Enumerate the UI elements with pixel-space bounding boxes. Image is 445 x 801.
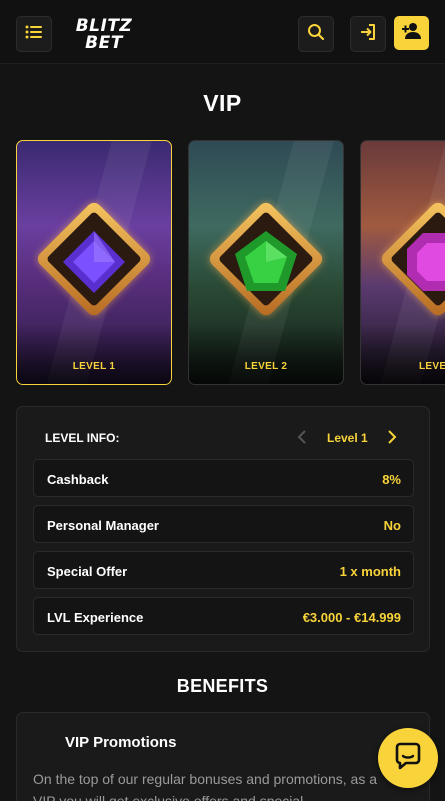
chevron-right-icon[interactable] xyxy=(385,427,399,447)
vip-level-carousel: LEVEL 1 LEVEL 2 LEVEL 3 xyxy=(0,140,445,386)
benefit-card-vip-promotions: VIP Promotions On the top of our regular… xyxy=(16,712,430,801)
info-key: Special Offer xyxy=(47,564,128,579)
level-card-2[interactable]: LEVEL 2 xyxy=(188,140,344,385)
info-row-cashback: Cashback 8% xyxy=(33,459,414,497)
top-header: BLITZ BET xyxy=(0,0,445,64)
card-shade xyxy=(189,324,343,384)
level-label: LEVEL 3 xyxy=(419,361,445,372)
benefit-description: On the top of our regular bonuses and pr… xyxy=(33,771,377,801)
level-label: LEVEL 2 xyxy=(244,361,288,372)
current-level: Level 1 xyxy=(327,431,368,445)
level-card-3[interactable]: LEVEL 3 xyxy=(360,140,445,385)
search-button[interactable] xyxy=(298,16,334,52)
add-user-icon xyxy=(401,21,423,46)
brand-logo[interactable]: BLITZ BET xyxy=(66,15,142,55)
info-row-special-offer: Special Offer 1 x month xyxy=(33,551,414,589)
register-button[interactable] xyxy=(394,16,429,50)
info-key: Cashback xyxy=(47,472,109,487)
info-key: LVL Experience xyxy=(47,610,144,625)
menu-list-icon xyxy=(25,25,43,44)
info-value: €3.000 - €14.999 xyxy=(302,610,401,625)
gem-icon xyxy=(63,231,125,293)
level-info-panel: LEVEL INFO: Level 1 Cashback 8% Personal… xyxy=(16,406,430,652)
info-row-personal-manager: Personal Manager No xyxy=(33,505,414,543)
gem-icon xyxy=(235,231,297,291)
info-value: 1 x month xyxy=(339,564,401,579)
search-icon xyxy=(307,23,325,46)
gem-icon xyxy=(407,233,445,291)
page-title: VIP xyxy=(203,90,242,116)
card-shade xyxy=(361,324,445,384)
benefits-title: BENEFITS xyxy=(176,676,269,696)
info-value: 8% xyxy=(382,472,401,487)
info-value: No xyxy=(383,518,401,533)
login-icon xyxy=(358,22,378,47)
chat-button[interactable] xyxy=(378,728,438,788)
login-button[interactable] xyxy=(350,16,386,52)
menu-button[interactable] xyxy=(16,16,52,52)
level-info-heading: LEVEL INFO: xyxy=(45,431,120,445)
level-label: LEVEL 1 xyxy=(72,361,116,372)
chat-bubble-icon xyxy=(393,741,423,776)
level-card-1[interactable]: LEVEL 1 xyxy=(16,140,172,385)
info-key: Personal Manager xyxy=(47,518,159,533)
chevron-left-icon[interactable] xyxy=(295,427,309,447)
info-row-lvl-experience: LVL Experience €3.000 - €14.999 xyxy=(33,597,414,635)
benefit-name: VIP Promotions xyxy=(65,734,177,751)
logo-line-2: BET xyxy=(85,33,123,53)
card-shade xyxy=(17,324,171,384)
